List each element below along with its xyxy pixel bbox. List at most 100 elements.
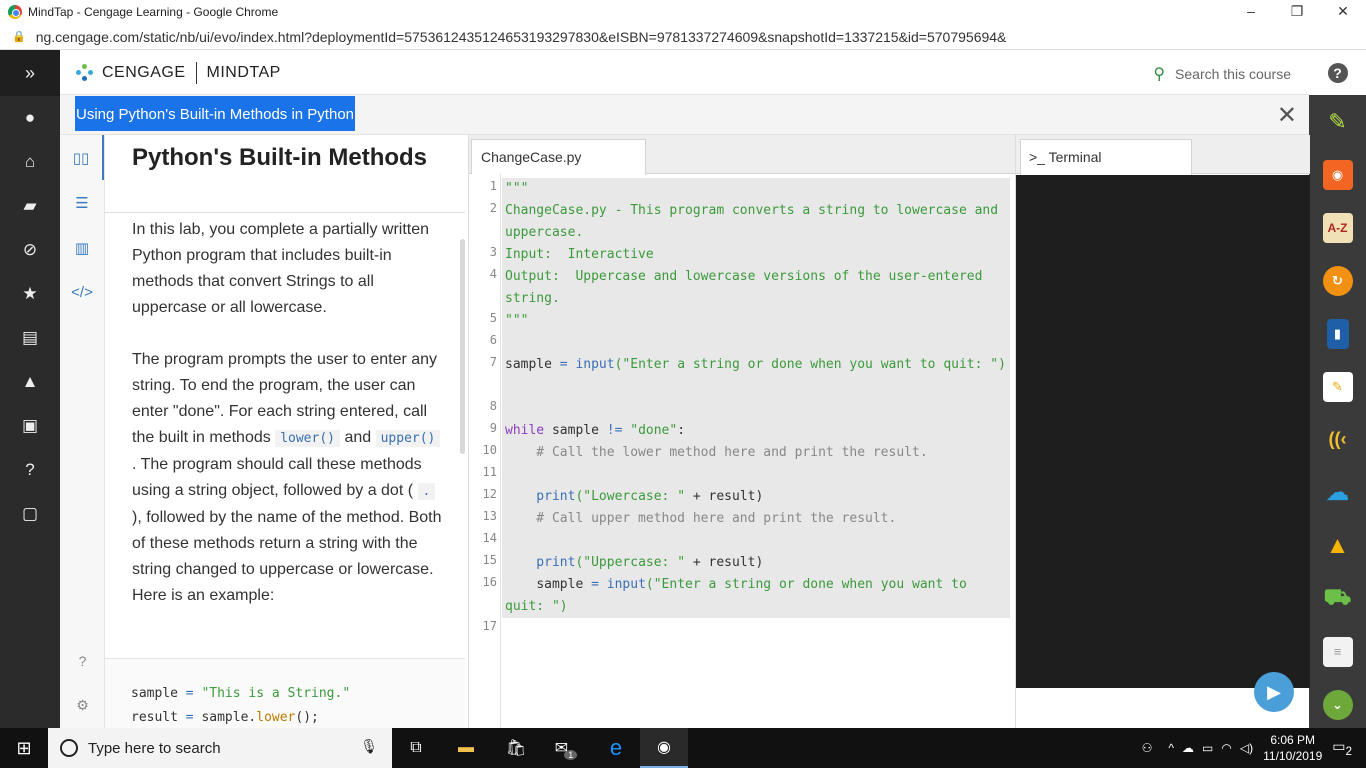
line-number: 4: [489, 267, 497, 281]
highlighter-icon[interactable]: ✎: [1309, 95, 1366, 148]
feedback-icon[interactable]: ▢: [0, 492, 60, 536]
user-icon[interactable]: ●: [0, 96, 60, 140]
instructions-paragraph-1: In this lab, you complete a partially wr…: [132, 221, 430, 316]
ebook-icon[interactable]: ▤: [0, 316, 60, 360]
mail-icon[interactable]: ✉ 1: [542, 728, 590, 768]
cart-icon[interactable]: ⛟: [1309, 572, 1366, 625]
expand-icon[interactable]: »: [0, 50, 60, 96]
help-button[interactable]: ?: [1309, 50, 1366, 95]
sync-icon[interactable]: ↻: [1309, 254, 1366, 307]
text-span: . The program should call these methods …: [132, 456, 422, 499]
line-number: 16: [482, 575, 497, 589]
address-bar[interactable]: 🔒 ng.cengage.com/static/nb/ui/evo/index.…: [0, 24, 1366, 50]
date: 11/10/2019: [1263, 749, 1323, 763]
line-number: 14: [482, 531, 497, 545]
search-input[interactable]: Search this course: [1175, 66, 1291, 82]
code-line[interactable]: [502, 530, 1010, 552]
store-icon[interactable]: 🛍: [492, 728, 540, 768]
search-icon[interactable]: ⚲: [1153, 64, 1165, 84]
book-icon[interactable]: ▮: [1309, 307, 1366, 360]
instructions-scrollbar[interactable]: [460, 239, 465, 454]
close-window-button[interactable]: ✕: [1320, 0, 1366, 24]
show-hidden-icons-icon[interactable]: ^: [1168, 741, 1174, 755]
notebook-icon[interactable]: ▰: [0, 184, 60, 228]
line-number: 13: [482, 509, 497, 523]
code-token: print: [505, 555, 576, 570]
volume-icon[interactable]: ◁): [1240, 741, 1253, 755]
code-line[interactable]: while sample != "done":: [502, 420, 1010, 442]
compass-icon[interactable]: ⊘: [0, 228, 60, 272]
example-code-block: sample = "This is a String." result = sa…: [105, 658, 465, 728]
briefcase-icon[interactable]: ▣: [0, 404, 60, 448]
windows-start-icon[interactable]: ⊞: [0, 728, 48, 768]
cengage-logo[interactable]: CENGAGE MINDTAP: [74, 62, 281, 84]
line-number: 11: [482, 465, 497, 479]
code-token: print: [505, 489, 576, 504]
taskbar-search[interactable]: Type here to search 🎙: [48, 728, 392, 768]
settings-gear-icon[interactable]: ⚙: [60, 697, 105, 714]
file-tab[interactable]: ChangeCase.py: [471, 139, 646, 175]
terminal-output[interactable]: [1016, 175, 1310, 688]
onedrive-icon[interactable]: ☁: [1309, 466, 1366, 519]
bar-chart-icon[interactable]: ▥: [60, 225, 104, 270]
battery-icon[interactable]: ▭: [1202, 741, 1213, 755]
code-line[interactable]: # Call the lower method here and print t…: [502, 442, 1010, 464]
windows-taskbar: ⊞ Type here to search 🎙 ⧉ ▬ 🛍 ✉ 1 e ◉ ⚇ ^…: [0, 728, 1366, 768]
clock[interactable]: 6:06 PM 11/10/2019: [1263, 732, 1322, 764]
wifi-icon[interactable]: ◠: [1221, 741, 1231, 755]
onedrive-tray-icon[interactable]: ☁: [1182, 741, 1194, 755]
code-line[interactable]: sample = input("Enter a string or done w…: [502, 354, 1010, 398]
code-line[interactable]: print("Uppercase: " + result): [502, 552, 1010, 574]
people-icon[interactable]: ⚇: [1142, 741, 1153, 755]
code-line[interactable]: sample = input("Enter a string or done w…: [502, 574, 1010, 618]
code-line[interactable]: # Call upper method here and print the r…: [502, 508, 1010, 530]
line-number: 1: [489, 179, 497, 193]
checklist-icon[interactable]: ☰: [60, 180, 104, 225]
taskbar-search-input[interactable]: Type here to search: [88, 740, 221, 757]
graduation-cap-icon[interactable]: ▲: [0, 360, 60, 404]
url-text[interactable]: ng.cengage.com/static/nb/ui/evo/index.ht…: [36, 29, 1007, 45]
window-title: MindTap - Cengage Learning - Google Chro…: [28, 5, 279, 19]
code-icon[interactable]: </>: [60, 270, 104, 315]
system-tray: ⚇ ^ ☁ ▭ ◠ ◁) 6:06 PM 11/10/2019 ▭2: [1142, 728, 1366, 768]
help-icon[interactable]: ?: [0, 448, 60, 492]
file-explorer-icon[interactable]: ▬: [442, 728, 490, 768]
chrome-icon[interactable]: ◉: [640, 728, 688, 768]
google-drive-icon[interactable]: ▲: [1309, 519, 1366, 572]
code-line[interactable]: print("Lowercase: " + result): [502, 486, 1010, 508]
run-play-icon[interactable]: ▶: [1254, 672, 1294, 712]
restore-button[interactable]: ❐: [1274, 0, 1320, 24]
help-circle-icon[interactable]: ?: [60, 653, 105, 669]
notes-icon[interactable]: ≡: [1309, 625, 1366, 678]
home-icon[interactable]: ⌂: [0, 140, 60, 184]
line-number: 10: [482, 443, 497, 457]
chevron-down-icon[interactable]: ⌄: [1309, 678, 1366, 731]
book-open-icon[interactable]: ▯▯: [60, 135, 104, 180]
lock-icon: 🔒: [12, 31, 26, 43]
edge-icon[interactable]: e: [592, 728, 640, 768]
code-line[interactable]: [502, 464, 1010, 486]
a-z-dictionary-icon[interactable]: A-Z: [1309, 201, 1366, 254]
minimize-button[interactable]: –: [1228, 0, 1274, 24]
microphone-icon[interactable]: 🎙: [360, 738, 378, 755]
star-icon[interactable]: ★: [0, 272, 60, 316]
code-line[interactable]: """: [502, 310, 1010, 332]
notepad-icon[interactable]: ✎: [1309, 360, 1366, 413]
text-span: ), followed by the name of the method. B…: [132, 509, 442, 604]
terminal-tab[interactable]: >_ Terminal: [1020, 139, 1192, 175]
rss-icon[interactable]: ◉: [1309, 148, 1366, 201]
course-search[interactable]: ⚲ Search this course: [1153, 64, 1291, 84]
code-token: while: [505, 423, 545, 438]
notifications-icon[interactable]: ▭2: [1332, 738, 1352, 758]
task-view-icon[interactable]: ⧉: [392, 728, 440, 768]
line-number: 6: [489, 333, 497, 347]
code-line[interactable]: """: [502, 178, 1010, 200]
close-activity-icon[interactable]: ✕: [1277, 101, 1297, 130]
code-line[interactable]: [502, 398, 1010, 420]
code-line[interactable]: ChangeCase.py - This program converts a …: [502, 200, 1010, 244]
code-line[interactable]: Output: Uppercase and lowercase versions…: [502, 266, 1010, 310]
read-speaker-icon[interactable]: ((‹: [1309, 413, 1366, 466]
instructions-body: In this lab, you complete a partially wr…: [132, 217, 442, 635]
code-line[interactable]: [502, 332, 1010, 354]
code-line[interactable]: Input: Interactive: [502, 244, 1010, 266]
